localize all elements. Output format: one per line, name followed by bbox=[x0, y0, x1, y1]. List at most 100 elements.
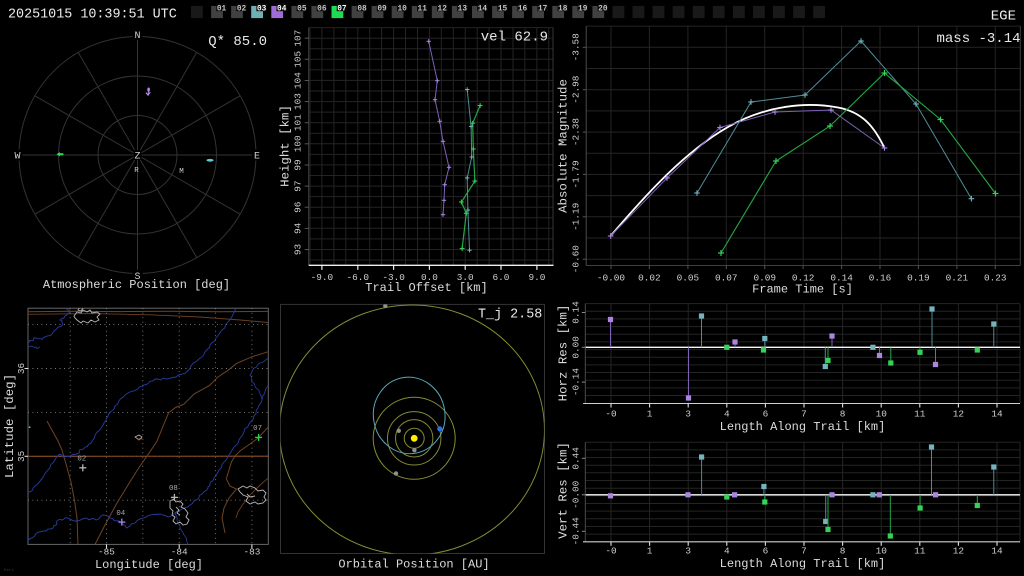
svg-text:10: 10 bbox=[876, 409, 888, 420]
svg-text:3: 3 bbox=[685, 409, 691, 420]
svg-text:97: 97 bbox=[293, 180, 304, 191]
svg-text:Trail Offset [km]: Trail Offset [km] bbox=[365, 281, 487, 295]
svg-text:14: 14 bbox=[478, 5, 488, 13]
svg-text:Q* 85.0: Q* 85.0 bbox=[208, 34, 267, 50]
svg-text:10: 10 bbox=[397, 5, 407, 13]
svg-text:14: 14 bbox=[991, 546, 1003, 557]
svg-text:03: 03 bbox=[257, 5, 267, 13]
svg-text:8: 8 bbox=[840, 546, 846, 557]
svg-text:12: 12 bbox=[953, 409, 964, 420]
svg-text:99: 99 bbox=[293, 159, 304, 170]
svg-text:0.23: 0.23 bbox=[984, 273, 1007, 284]
svg-text:12: 12 bbox=[438, 5, 448, 13]
svg-text:Latitude [deg]: Latitude [deg] bbox=[3, 374, 17, 478]
svg-text:4: 4 bbox=[724, 546, 730, 557]
svg-text:Z: Z bbox=[134, 152, 140, 163]
svg-text:08: 08 bbox=[169, 485, 178, 493]
svg-text:96: 96 bbox=[293, 201, 304, 213]
svg-text:10: 10 bbox=[876, 546, 888, 557]
svg-text:6.0: 6.0 bbox=[493, 272, 510, 283]
svg-text:0.07: 0.07 bbox=[715, 273, 738, 284]
svg-text:R: R bbox=[134, 167, 139, 175]
svg-text:02: 02 bbox=[237, 5, 247, 13]
svg-text:36: 36 bbox=[16, 363, 27, 375]
svg-text:-0.00: -0.00 bbox=[571, 480, 582, 509]
svg-text:19: 19 bbox=[578, 5, 588, 13]
svg-text:-0.00: -0.00 bbox=[597, 273, 626, 284]
svg-text:Frame Time [s]: Frame Time [s] bbox=[752, 283, 853, 297]
svg-text:-0: -0 bbox=[605, 409, 617, 420]
svg-text:11: 11 bbox=[914, 409, 926, 420]
svg-text:-0.44: -0.44 bbox=[571, 517, 582, 546]
svg-text:-0.60: -0.60 bbox=[571, 245, 582, 274]
svg-text:-0: -0 bbox=[605, 546, 617, 557]
svg-text:107: 107 bbox=[293, 30, 304, 47]
svg-text:-9.0: -9.0 bbox=[311, 272, 334, 283]
svg-text:07: 07 bbox=[337, 5, 347, 13]
svg-text:Vert Res [km]: Vert Res [km] bbox=[557, 442, 571, 539]
svg-text:0.02: 0.02 bbox=[638, 273, 661, 284]
svg-text:05: 05 bbox=[297, 5, 307, 13]
svg-text:-1.79: -1.79 bbox=[571, 160, 582, 188]
svg-text:104: 104 bbox=[293, 72, 304, 89]
svg-text:11: 11 bbox=[914, 546, 926, 557]
svg-text:6: 6 bbox=[763, 546, 769, 557]
svg-text:101: 101 bbox=[293, 114, 304, 131]
svg-text:06: 06 bbox=[317, 5, 327, 13]
svg-text:0.14: 0.14 bbox=[571, 301, 582, 324]
svg-text:16: 16 bbox=[518, 5, 528, 13]
svg-text:M: M bbox=[179, 168, 184, 176]
svg-text:07: 07 bbox=[253, 425, 262, 433]
svg-text:mass -3.14: mass -3.14 bbox=[936, 31, 1020, 47]
svg-text:-0.14: -0.14 bbox=[571, 368, 582, 397]
svg-text:-3.58: -3.58 bbox=[571, 33, 582, 62]
svg-text:Longitude [deg]: Longitude [deg] bbox=[95, 558, 203, 572]
svg-text:Horz Res [km]: Horz Res [km] bbox=[557, 305, 571, 402]
svg-text:Esri: Esri bbox=[4, 568, 14, 573]
svg-text:E: E bbox=[254, 152, 260, 163]
svg-text:01: 01 bbox=[217, 5, 227, 13]
svg-text:Atmospheric Position [deg]: Atmospheric Position [deg] bbox=[43, 278, 230, 292]
svg-text:20251015 10:39:51 UTC: 20251015 10:39:51 UTC bbox=[8, 8, 177, 23]
svg-text:N: N bbox=[134, 31, 140, 42]
svg-text:0.19: 0.19 bbox=[907, 273, 930, 284]
svg-text:1: 1 bbox=[647, 409, 653, 420]
svg-text:EGE: EGE bbox=[991, 9, 1016, 25]
svg-text:94: 94 bbox=[293, 222, 304, 234]
svg-text:-2.98: -2.98 bbox=[571, 75, 582, 104]
svg-text:Absolute Magnitude: Absolute Magnitude bbox=[557, 79, 571, 213]
svg-text:04: 04 bbox=[277, 5, 287, 13]
svg-text:7: 7 bbox=[801, 546, 807, 557]
svg-text:4: 4 bbox=[724, 409, 730, 420]
svg-text:T_j 2.58: T_j 2.58 bbox=[478, 308, 542, 323]
svg-text:15: 15 bbox=[498, 5, 508, 13]
svg-text:105: 105 bbox=[293, 50, 304, 67]
svg-text:1: 1 bbox=[647, 546, 653, 557]
svg-text:14: 14 bbox=[991, 409, 1003, 420]
svg-text:35: 35 bbox=[16, 450, 27, 462]
svg-text:103: 103 bbox=[293, 93, 304, 110]
svg-text:0.21: 0.21 bbox=[946, 273, 969, 284]
svg-text:20: 20 bbox=[598, 5, 608, 13]
svg-text:0.00: 0.00 bbox=[571, 336, 582, 359]
svg-text:12: 12 bbox=[953, 546, 964, 557]
svg-text:3: 3 bbox=[685, 546, 691, 557]
svg-text:Height [km]: Height [km] bbox=[279, 105, 293, 187]
svg-text:8: 8 bbox=[840, 409, 846, 420]
svg-text:-2.38: -2.38 bbox=[571, 118, 582, 147]
svg-text:-83: -83 bbox=[243, 547, 260, 558]
svg-text:100: 100 bbox=[293, 135, 304, 152]
svg-text:08: 08 bbox=[357, 5, 367, 13]
svg-text:0.16: 0.16 bbox=[869, 273, 892, 284]
svg-text:11: 11 bbox=[418, 5, 428, 13]
svg-text:-85: -85 bbox=[98, 547, 115, 558]
svg-text:6: 6 bbox=[763, 409, 769, 420]
svg-text:0.05: 0.05 bbox=[677, 273, 700, 284]
svg-text:02: 02 bbox=[77, 456, 86, 464]
svg-text:-84: -84 bbox=[171, 547, 188, 558]
svg-text:04: 04 bbox=[116, 510, 125, 518]
svg-text:vel 62.9: vel 62.9 bbox=[481, 30, 548, 46]
svg-text:9.0: 9.0 bbox=[528, 272, 545, 283]
svg-text:13: 13 bbox=[458, 5, 468, 13]
svg-text:-1.19: -1.19 bbox=[571, 203, 582, 231]
